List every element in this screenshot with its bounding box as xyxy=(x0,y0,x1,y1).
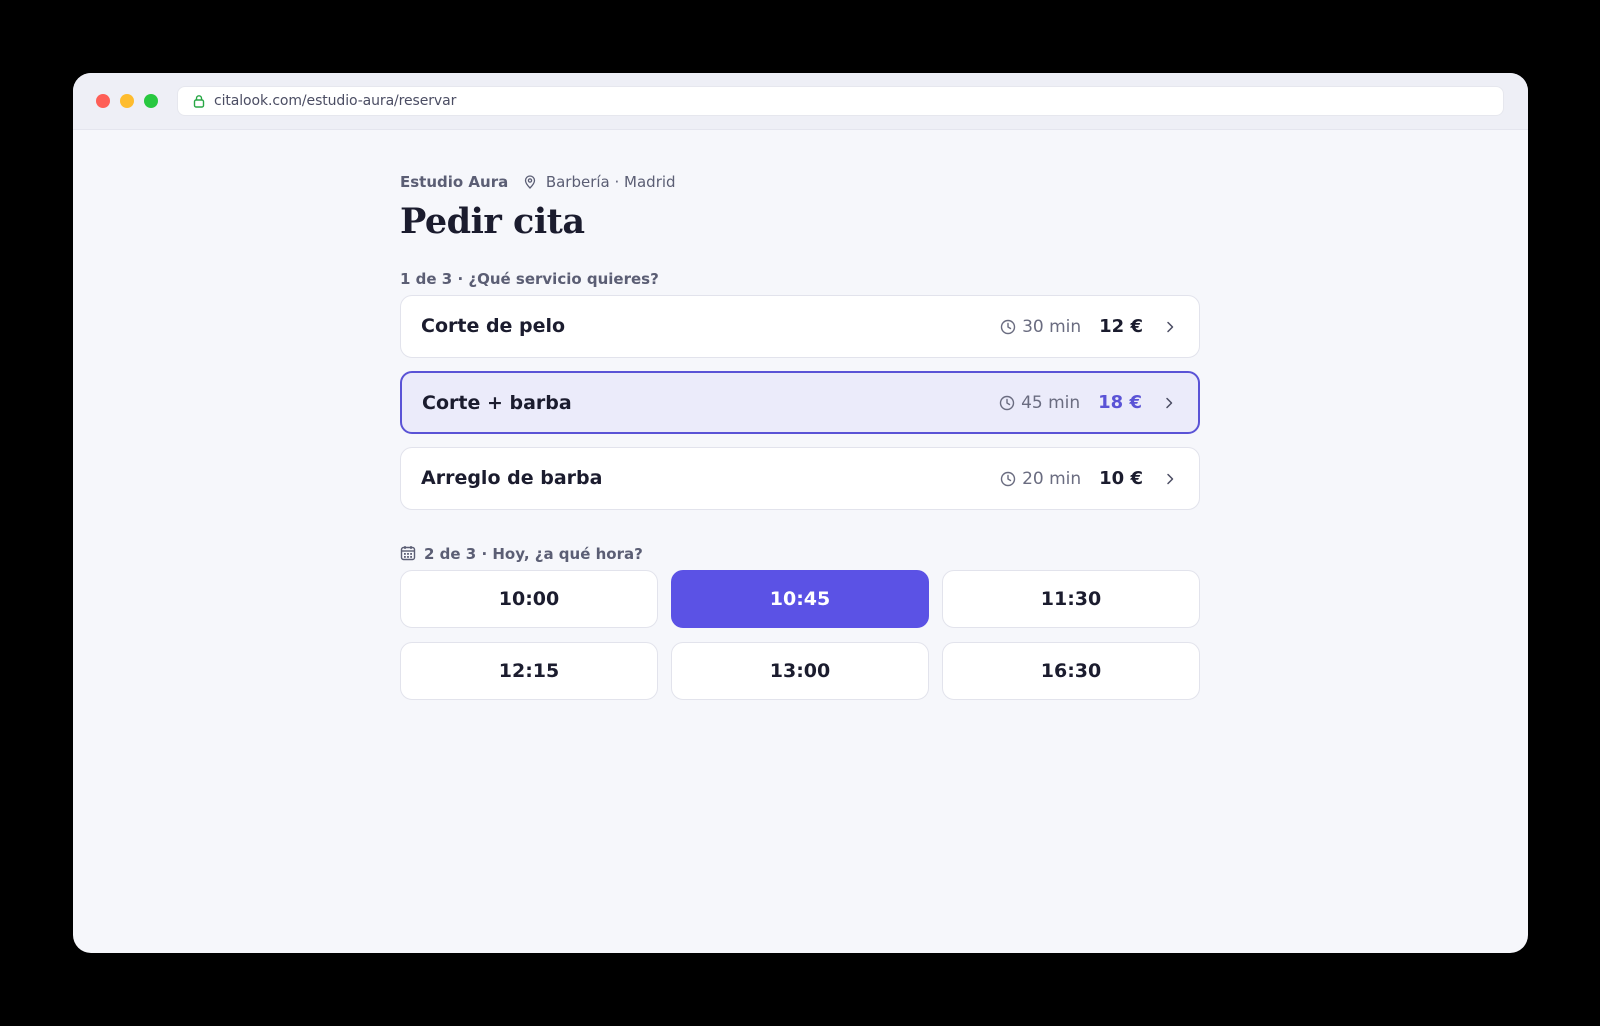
time-slot-button[interactable]: 10:45 xyxy=(671,570,929,628)
step1-label: 1 de 3 · ¿Qué servicio quieres? xyxy=(400,270,659,288)
service-details: 30 min 12 € xyxy=(1000,296,1177,357)
clock-icon xyxy=(1000,319,1016,334)
business-meta: Estudio Aura Barbería · Madrid xyxy=(400,173,676,195)
service-option[interactable]: Arreglo de barba 20 min 10 € xyxy=(400,447,1200,510)
lock-icon xyxy=(193,95,205,108)
time-slot-button[interactable]: 11:30 xyxy=(942,570,1200,628)
calendar-icon xyxy=(400,546,416,561)
minimize-window-button[interactable] xyxy=(120,94,134,108)
service-duration: 20 min xyxy=(1022,468,1082,489)
time-slot-button[interactable]: 12:15 xyxy=(400,642,658,700)
browser-titlebar: citalook.com/estudio-aura/reservar xyxy=(73,73,1528,130)
browser-window: citalook.com/estudio-aura/reservar Estud… xyxy=(73,73,1528,953)
time-slot-button[interactable]: 16:30 xyxy=(942,642,1200,700)
step2-label-text: 2 de 3 · Hoy, ¿a qué hora? xyxy=(424,545,643,563)
business-name: Estudio Aura xyxy=(400,173,509,191)
service-duration: 30 min xyxy=(1022,316,1082,337)
chevron-right-icon xyxy=(1167,321,1174,332)
business-category-location: Barbería · Madrid xyxy=(545,173,676,191)
address-bar[interactable]: citalook.com/estudio-aura/reservar xyxy=(177,86,1504,116)
maximize-window-button[interactable] xyxy=(144,94,158,108)
time-slot-button[interactable]: 13:00 xyxy=(671,642,929,700)
service-option[interactable]: Corte de pelo 30 min 12 € xyxy=(400,295,1200,358)
clock-icon xyxy=(999,395,1015,410)
service-details: 20 min 10 € xyxy=(1000,448,1177,509)
step2-label: 2 de 3 · Hoy, ¿a qué hora? xyxy=(400,545,643,563)
map-pin-icon xyxy=(524,175,536,189)
service-duration: 45 min xyxy=(1021,392,1081,413)
service-name: Corte de pelo xyxy=(421,315,566,337)
service-price: 12 € xyxy=(1099,316,1143,337)
chevron-right-icon xyxy=(1167,473,1174,484)
clock-icon xyxy=(1000,471,1016,486)
page-title: Pedir cita xyxy=(400,201,585,242)
service-details: 45 min 18 € xyxy=(999,373,1176,432)
service-option[interactable]: Corte + barba 45 min 18 € xyxy=(400,371,1200,434)
close-window-button[interactable] xyxy=(96,94,110,108)
service-name: Arreglo de barba xyxy=(421,467,603,489)
service-name: Corte + barba xyxy=(422,392,572,414)
service-price: 18 € xyxy=(1098,392,1142,413)
service-price: 10 € xyxy=(1099,468,1143,489)
url-text: citalook.com/estudio-aura/reservar xyxy=(214,93,457,109)
time-slot-button[interactable]: 10:00 xyxy=(400,570,658,628)
chevron-right-icon xyxy=(1166,397,1173,408)
